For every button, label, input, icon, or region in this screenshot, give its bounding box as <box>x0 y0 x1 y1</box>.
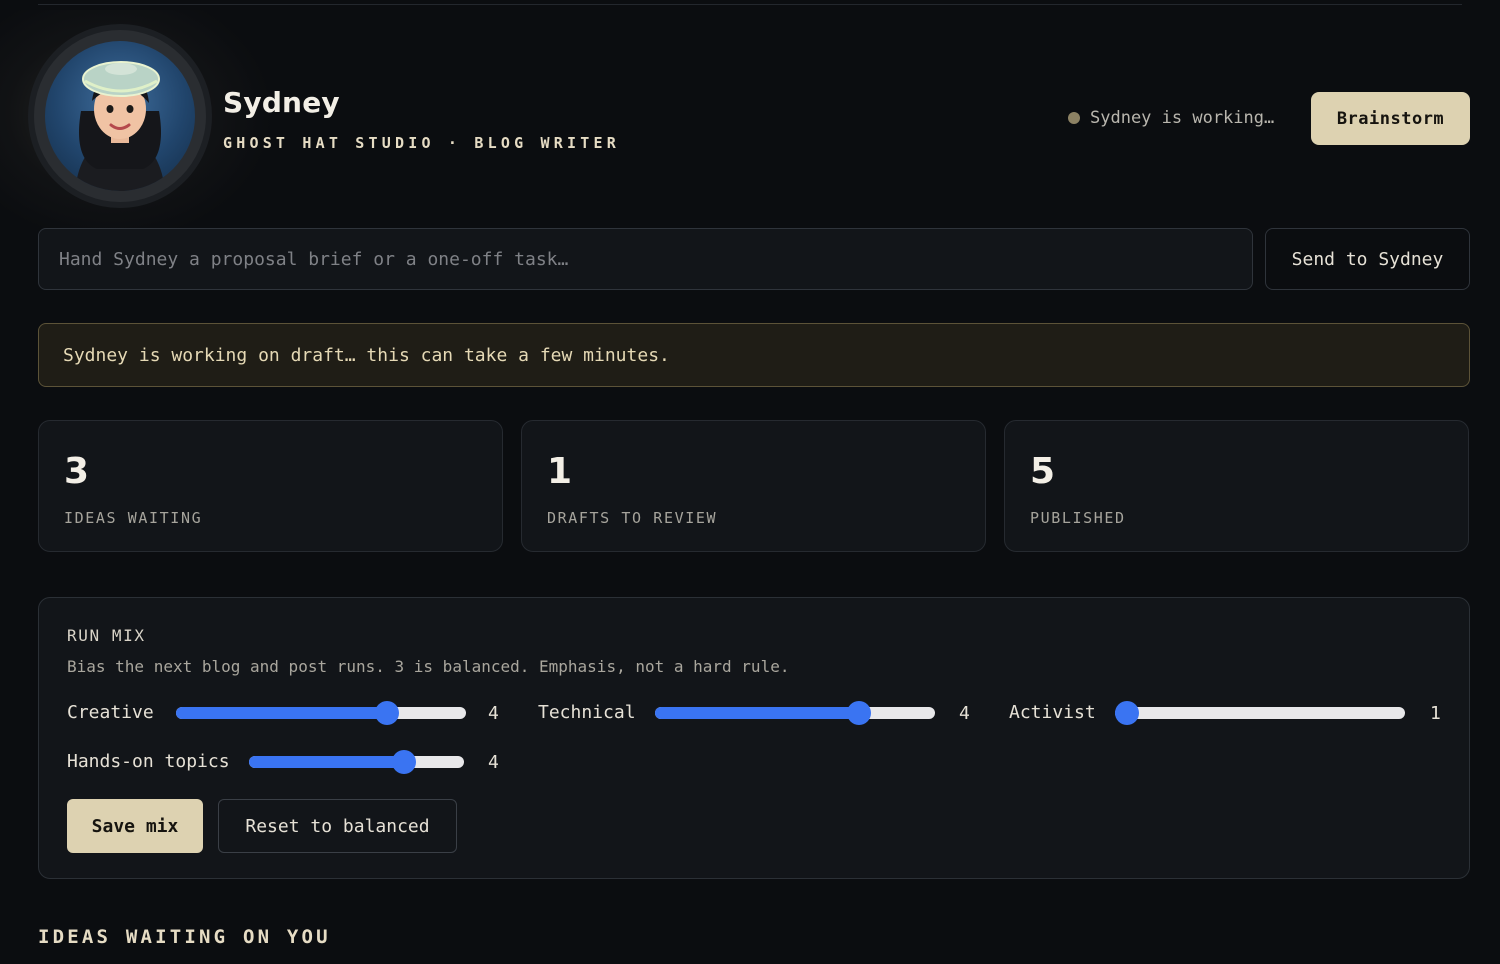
hands-on-topics-slider[interactable] <box>248 749 464 774</box>
technical-slider[interactable] <box>654 700 935 725</box>
stat-card-drafts-to-review[interactable]: 1 DRAFTS TO REVIEW <box>521 420 986 552</box>
reset-to-balanced-button[interactable]: Reset to balanced <box>218 799 457 853</box>
slider-label: Creative <box>67 702 154 723</box>
stat-label: PUBLISHED <box>1030 509 1126 527</box>
run-mix-description: Bias the next blog and post runs. 3 is b… <box>67 657 790 676</box>
brainstorm-button[interactable]: Brainstorm <box>1311 92 1470 145</box>
stat-value: 3 <box>64 451 90 492</box>
creative-value: 4 <box>488 703 499 724</box>
run-mix-title: RUN MIX <box>67 626 146 645</box>
hands-on-topics-value: 4 <box>488 752 499 773</box>
working-banner: Sydney is working on draft… this can tak… <box>38 323 1470 387</box>
slider-thumb[interactable] <box>846 700 871 725</box>
slider-row-hands-on-topics: Hands-on topics <box>67 749 464 774</box>
status-indicator: Sydney is working… <box>1068 108 1274 128</box>
slider-row-activist: Activist <box>1009 700 1405 725</box>
stat-value: 1 <box>547 451 573 492</box>
profile-subtitle: GHOST HAT STUDIO · BLOG WRITER <box>223 134 620 152</box>
slider-fill <box>654 706 859 719</box>
slider-label: Hands-on topics <box>67 751 230 772</box>
slider-thumb[interactable] <box>375 700 400 725</box>
stat-value: 5 <box>1030 451 1056 492</box>
top-divider <box>38 4 1462 5</box>
slider-label: Technical <box>538 702 636 723</box>
technical-value: 4 <box>959 703 970 724</box>
status-dot-icon <box>1068 112 1080 124</box>
status-text: Sydney is working… <box>1090 108 1275 128</box>
stat-card-ideas-waiting[interactable]: 3 IDEAS WAITING <box>38 420 503 552</box>
send-to-sydney-button[interactable]: Send to Sydney <box>1265 228 1470 290</box>
activist-slider[interactable] <box>1114 700 1405 725</box>
activist-value: 1 <box>1430 703 1441 724</box>
ideas-section-title: IDEAS WAITING ON YOU <box>38 926 331 948</box>
slider-row-technical: Technical <box>538 700 935 725</box>
slider-label: Activist <box>1009 702 1096 723</box>
run-mix-panel: RUN MIX Bias the next blog and post runs… <box>38 597 1470 879</box>
stat-label: DRAFTS TO REVIEW <box>547 509 718 527</box>
stat-card-published[interactable]: 5 PUBLISHED <box>1004 420 1469 552</box>
creative-slider[interactable] <box>175 700 466 725</box>
slider-fill <box>175 706 388 719</box>
save-mix-button[interactable]: Save mix <box>67 799 203 853</box>
slider-row-creative: Creative <box>67 700 466 725</box>
task-input[interactable] <box>38 228 1253 290</box>
avatar <box>34 30 206 202</box>
profile-name: Sydney <box>223 86 340 119</box>
stat-label: IDEAS WAITING <box>64 509 203 527</box>
slider-thumb[interactable] <box>391 749 416 774</box>
slider-thumb[interactable] <box>1114 700 1139 725</box>
working-banner-text: Sydney is working on draft… this can tak… <box>63 344 670 366</box>
slider-fill <box>248 755 404 768</box>
avatar-portrait <box>45 41 195 191</box>
